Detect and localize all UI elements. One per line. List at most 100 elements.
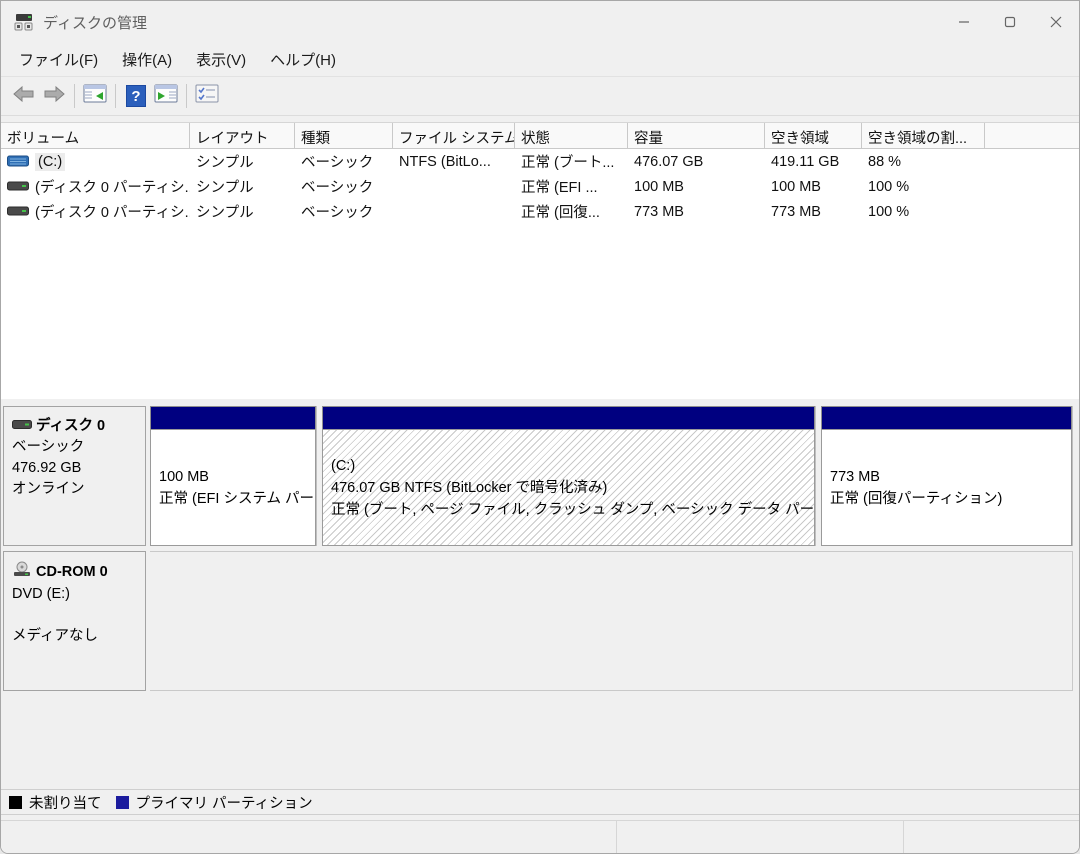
cdrom-0-strip: CD-ROM 0 DVD (E:) メディアなし bbox=[3, 551, 1073, 691]
partition-name: (C:) bbox=[331, 455, 806, 477]
partition-size: 476.07 GB NTFS (BitLocker で暗号化済み) bbox=[331, 477, 806, 499]
toolbar: ? bbox=[1, 77, 1079, 116]
volume-filesystem: NTFS (BitLo... bbox=[393, 154, 515, 170]
menu-file[interactable]: ファイル(F) bbox=[7, 45, 110, 74]
column-header-capacity[interactable]: 容量 bbox=[628, 123, 765, 148]
toolbar-separator bbox=[115, 84, 116, 108]
back-button[interactable] bbox=[9, 82, 39, 110]
status-bar-section bbox=[904, 821, 1079, 853]
title-bar: ディスクの管理 bbox=[1, 1, 1079, 43]
volume-status: 正常 (ブート... bbox=[515, 151, 628, 172]
disk-status: オンライン bbox=[12, 479, 139, 500]
volume-status: 正常 (回復... bbox=[515, 201, 628, 222]
volume-name: (ディスク 0 パーティシ... bbox=[35, 201, 190, 222]
cdrom-empty-area bbox=[150, 551, 1073, 691]
status-bar-section bbox=[617, 821, 904, 853]
volume-list: ボリューム レイアウト 種類 ファイル システム 状態 容量 空き領域 空き領域… bbox=[1, 122, 1079, 399]
volume-name: (ディスク 0 パーティシ... bbox=[35, 176, 190, 197]
volume-layout: シンプル bbox=[190, 176, 295, 197]
window-controls bbox=[941, 1, 1079, 43]
volume-free-percent: 100 % bbox=[862, 204, 985, 220]
cdrom-name: CD-ROM 0 bbox=[36, 562, 108, 583]
partition-size: 773 MB bbox=[830, 466, 1063, 488]
volume-type: ベーシック bbox=[295, 176, 393, 197]
column-header-filesystem[interactable]: ファイル システム bbox=[393, 123, 515, 148]
partition-size: 100 MB bbox=[159, 466, 307, 488]
help-button[interactable]: ? bbox=[121, 82, 151, 110]
volume-capacity: 773 MB bbox=[628, 204, 765, 220]
partition-header-bar bbox=[150, 406, 316, 429]
volume-drive-icon bbox=[7, 155, 29, 168]
partition-recovery[interactable]: 773 MB 正常 (回復パーティション) bbox=[821, 406, 1073, 546]
disk-type: ベーシック bbox=[12, 437, 139, 458]
disk-0-partition-area: 100 MB 正常 (EFI システム パー (C:) 476.07 GB NT… bbox=[150, 406, 1073, 546]
menu-view[interactable]: 表示(V) bbox=[184, 45, 258, 74]
minimize-icon[interactable] bbox=[941, 1, 987, 43]
volume-free-space: 773 MB bbox=[765, 204, 862, 220]
column-header-free-percent[interactable]: 空き領域の割... bbox=[862, 123, 985, 148]
forward-button[interactable] bbox=[39, 82, 69, 110]
toolbar-separator bbox=[74, 84, 75, 108]
help-icon: ? bbox=[126, 85, 146, 107]
maximize-icon[interactable] bbox=[987, 1, 1033, 43]
legend-primary-label: プライマリ パーティション bbox=[136, 792, 313, 813]
forward-arrow-icon bbox=[42, 85, 66, 108]
disk-management-window: ディスクの管理 ファイル(F) 操作(A) 表示(V) ヘルプ(H) bbox=[0, 0, 1080, 854]
menu-help[interactable]: ヘルプ(H) bbox=[258, 45, 348, 74]
disk-icon bbox=[12, 416, 36, 437]
console-tree-window-icon bbox=[83, 84, 107, 109]
partition-efi[interactable]: 100 MB 正常 (EFI システム パー bbox=[150, 406, 317, 546]
disk-size: 476.92 GB bbox=[12, 458, 139, 479]
properties-button[interactable] bbox=[192, 82, 222, 110]
volume-drive-icon bbox=[7, 205, 29, 218]
back-arrow-icon bbox=[12, 85, 36, 108]
cdrom-drive-letter: DVD (E:) bbox=[12, 584, 139, 605]
partition-c[interactable]: (C:) 476.07 GB NTFS (BitLocker で暗号化済み) 正… bbox=[322, 406, 816, 546]
legend-unallocated-label: 未割り当て bbox=[29, 792, 102, 813]
disk-name: ディスク 0 bbox=[36, 416, 105, 437]
volume-type: ベーシック bbox=[295, 151, 393, 172]
disk-management-app-icon bbox=[13, 12, 35, 32]
volume-name: (C:) bbox=[35, 153, 65, 171]
status-bar bbox=[1, 820, 1079, 853]
primary-partition-swatch-icon bbox=[116, 796, 129, 809]
disk-0-info-panel[interactable]: ディスク 0 ベーシック 476.92 GB オンライン bbox=[3, 406, 146, 546]
checklist-icon bbox=[195, 84, 219, 108]
graphical-view: ディスク 0 ベーシック 476.92 GB オンライン 100 MB 正常 (… bbox=[1, 399, 1079, 789]
column-header-volume[interactable]: ボリューム bbox=[1, 123, 190, 148]
column-header-type[interactable]: 種類 bbox=[295, 123, 393, 148]
legend-bar: 未割り当て プライマリ パーティション bbox=[1, 789, 1079, 815]
column-header-free-space[interactable]: 空き領域 bbox=[765, 123, 862, 148]
volume-row-efi[interactable]: (ディスク 0 パーティシ... シンプル ベーシック 正常 (EFI ... … bbox=[1, 174, 1079, 199]
volume-list-header: ボリューム レイアウト 種類 ファイル システム 状態 容量 空き領域 空き領域… bbox=[1, 123, 1079, 149]
menu-action[interactable]: 操作(A) bbox=[110, 45, 184, 74]
show-action-pane-button[interactable] bbox=[151, 82, 181, 110]
volume-free-percent: 100 % bbox=[862, 179, 985, 195]
partition-status: 正常 (回復パーティション) bbox=[830, 488, 1063, 510]
volume-free-space: 419.11 GB bbox=[765, 154, 862, 170]
close-icon[interactable] bbox=[1033, 1, 1079, 43]
status-bar-section bbox=[1, 821, 617, 853]
volume-free-space: 100 MB bbox=[765, 179, 862, 195]
column-header-layout[interactable]: レイアウト bbox=[190, 123, 295, 148]
column-header-status[interactable]: 状態 bbox=[515, 123, 628, 148]
disk-0-strip: ディスク 0 ベーシック 476.92 GB オンライン 100 MB 正常 (… bbox=[3, 406, 1073, 546]
volume-capacity: 476.07 GB bbox=[628, 154, 765, 170]
cdrom-0-info-panel[interactable]: CD-ROM 0 DVD (E:) メディアなし bbox=[3, 551, 146, 691]
volume-row-recovery[interactable]: (ディスク 0 パーティシ... シンプル ベーシック 正常 (回復... 77… bbox=[1, 199, 1079, 224]
unallocated-swatch-icon bbox=[9, 796, 22, 809]
volume-layout: シンプル bbox=[190, 201, 295, 222]
volume-status: 正常 (EFI ... bbox=[515, 176, 628, 197]
cdrom-media-status: メディアなし bbox=[12, 626, 139, 647]
cdrom-icon bbox=[12, 561, 36, 584]
volume-layout: シンプル bbox=[190, 151, 295, 172]
volume-free-percent: 88 % bbox=[862, 154, 985, 170]
partition-header-bar bbox=[322, 406, 815, 429]
volume-capacity: 100 MB bbox=[628, 179, 765, 195]
show-console-tree-button[interactable] bbox=[80, 82, 110, 110]
menu-bar: ファイル(F) 操作(A) 表示(V) ヘルプ(H) bbox=[1, 43, 1079, 77]
volume-row-c[interactable]: (C:) シンプル ベーシック NTFS (BitLo... 正常 (ブート..… bbox=[1, 149, 1079, 174]
volume-type: ベーシック bbox=[295, 201, 393, 222]
action-pane-window-icon bbox=[154, 84, 178, 109]
volume-drive-icon bbox=[7, 180, 29, 193]
